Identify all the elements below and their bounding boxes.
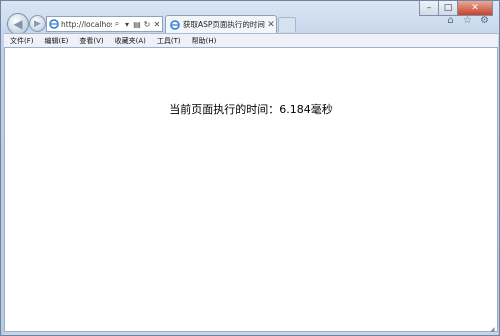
back-arrow-icon: ◀	[13, 17, 23, 31]
menu-file[interactable]: 文件(F)	[4, 36, 39, 46]
tab-close-icon[interactable]: ✕	[266, 20, 276, 30]
toolbar-icons: ⌂ ☆ ⚙	[445, 15, 490, 26]
browser-window: – □ ✕ ◀ ▶ http://localhost/ ⌕ ▾ ▤ ↻ ✕ 获取…	[0, 0, 500, 336]
search-icon[interactable]: ⌕	[112, 19, 122, 29]
menu-bar: 文件(F) 编辑(E) 查看(V) 收藏夹(A) 工具(T) 帮助(H)	[4, 33, 498, 47]
menu-favorites[interactable]: 收藏夹(A)	[109, 36, 151, 46]
page-content: 当前页面执行的时间：6.184毫秒	[4, 47, 498, 332]
menu-view[interactable]: 查看(V)	[73, 36, 108, 46]
ie-page-icon	[49, 19, 59, 29]
gear-icon[interactable]: ⚙	[479, 15, 490, 26]
tab-title: 获取ASP页面执行的时间	[183, 20, 265, 29]
home-icon[interactable]: ⌂	[445, 15, 456, 26]
forward-button[interactable]: ▶	[29, 15, 46, 32]
address-url[interactable]: http://localhost/	[61, 20, 112, 29]
new-tab-button[interactable]	[278, 17, 296, 32]
window-bottom-edge	[4, 332, 498, 335]
back-button[interactable]: ◀	[7, 13, 29, 35]
address-bar[interactable]: http://localhost/ ⌕ ▾ ▤ ↻ ✕	[46, 16, 163, 32]
resize-grip-icon[interactable]: ◢	[490, 327, 496, 333]
compatibility-icon[interactable]: ▤	[132, 20, 142, 29]
close-window-button[interactable]: ✕	[458, 1, 493, 16]
ie-page-icon	[170, 19, 180, 30]
stop-icon[interactable]: ✕	[152, 20, 162, 29]
menu-tools[interactable]: 工具(T)	[151, 36, 186, 46]
menu-help[interactable]: 帮助(H)	[186, 36, 222, 46]
minimize-button[interactable]: –	[419, 1, 439, 16]
window-controls: – □ ✕	[419, 1, 493, 16]
menu-edit[interactable]: 编辑(E)	[39, 36, 74, 46]
refresh-icon[interactable]: ↻	[142, 20, 152, 29]
execution-time-text: 当前页面执行的时间：6.184毫秒	[169, 103, 333, 116]
forward-arrow-icon: ▶	[34, 18, 41, 29]
star-icon[interactable]: ☆	[462, 15, 473, 26]
maximize-button[interactable]: □	[439, 1, 458, 16]
tab-active[interactable]: 获取ASP页面执行的时间 ✕	[165, 15, 277, 33]
dropdown-icon[interactable]: ▾	[122, 20, 132, 29]
